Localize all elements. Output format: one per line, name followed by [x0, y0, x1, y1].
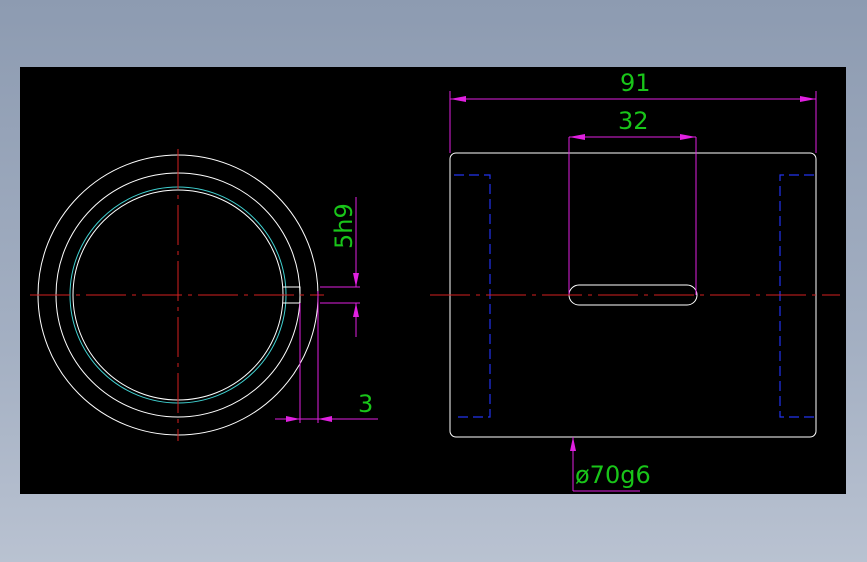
- slot-length-dimension: 32: [569, 107, 696, 140]
- diameter-leader: ø70g6: [570, 437, 651, 492]
- slot-length-label: 32: [618, 107, 649, 135]
- end-view: 5h9 3: [30, 149, 378, 441]
- overall-length-label: 91: [620, 69, 651, 97]
- outer-diameter-label: ø70g6: [575, 461, 651, 489]
- keyway-depth-label: 3: [358, 390, 373, 418]
- cad-drawing: 5h9 3 91 32 ø70g6: [30, 69, 840, 492]
- hidden-bore-left: [454, 174, 491, 418]
- hidden-bore-right: [779, 174, 814, 418]
- keyway-depth-dimension: 3: [275, 291, 378, 423]
- side-view: 91 32 ø70g6: [430, 69, 840, 492]
- keyway-width-label: 5h9: [330, 203, 358, 249]
- keyway-width-dimension: 5h9: [320, 197, 360, 337]
- drawing-viewport[interactable]: 5h9 3 91 32 ø70g6: [20, 67, 846, 494]
